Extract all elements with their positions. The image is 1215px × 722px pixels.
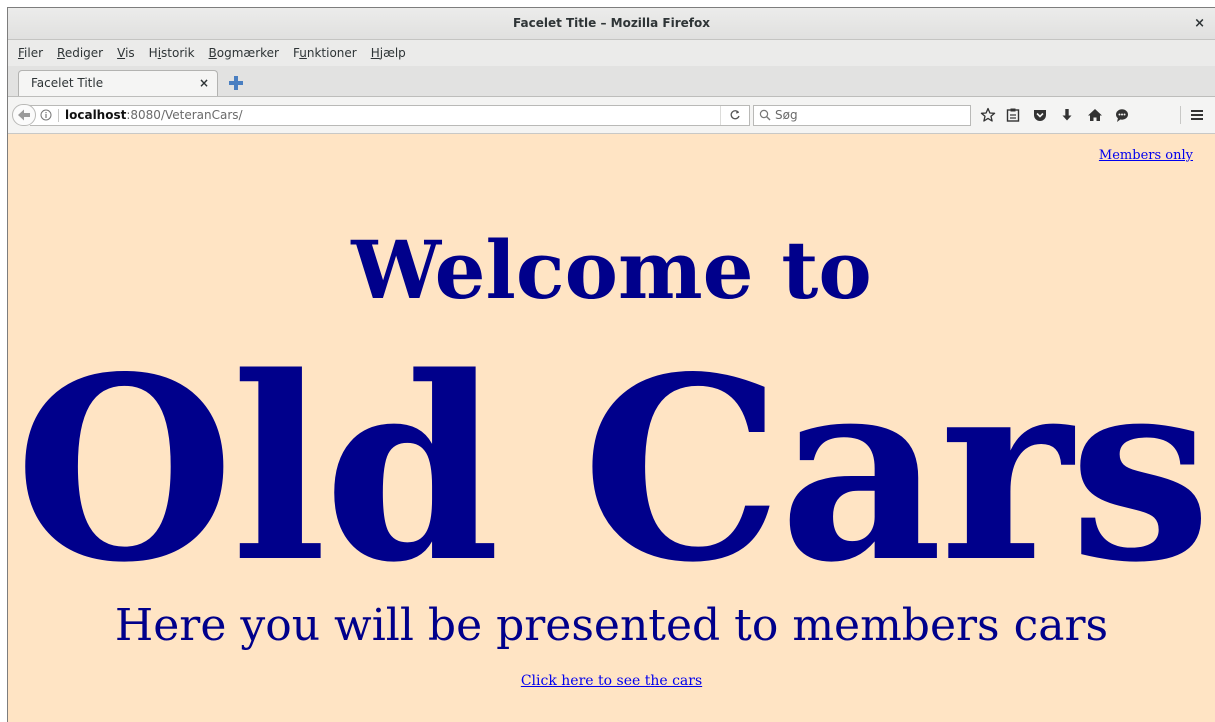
- back-arrow-icon: [18, 109, 30, 121]
- old-cars-heading: Old Cars: [14, 322, 1212, 618]
- search-bar[interactable]: Søg: [753, 105, 971, 126]
- url-separator: [58, 109, 59, 122]
- page-subtitle: Here you will be presented to members ca…: [114, 600, 1109, 651]
- welcome-heading: Welcome to: [351, 223, 872, 317]
- back-button[interactable]: [12, 104, 36, 126]
- url-path: :8080/VeteranCars/: [126, 108, 243, 122]
- window-title: Facelet Title – Mozilla Firefox: [512, 16, 710, 30]
- menu-item-hjaelp[interactable]: Hjælp: [364, 46, 413, 60]
- hamburger-menu-icon[interactable]: [1189, 107, 1205, 123]
- search-placeholder: Søg: [775, 108, 798, 122]
- info-icon[interactable]: [40, 109, 52, 121]
- page-content: Members only Welcome to Old Cars Here yo…: [8, 134, 1215, 722]
- menu-item-filer[interactable]: Filer: [11, 46, 50, 60]
- bookmark-star-icon[interactable]: [980, 107, 996, 123]
- reload-button[interactable]: [720, 106, 749, 125]
- menu-item-historik[interactable]: Historik: [142, 46, 202, 60]
- new-tab-plus-icon[interactable]: [227, 74, 245, 92]
- see-cars-link[interactable]: Click here to see the cars: [521, 673, 702, 689]
- navigation-toolbar: localhost:8080/VeteranCars/ Søg: [8, 97, 1215, 134]
- menu-item-bogmaerker[interactable]: Bogmærker: [202, 46, 286, 60]
- url-host: localhost: [65, 108, 127, 122]
- tab-close-button[interactable]: ×: [199, 71, 209, 95]
- pocket-icon[interactable]: [1032, 107, 1048, 123]
- url-text[interactable]: localhost:8080/VeteranCars/: [65, 106, 243, 125]
- menu-item-vis[interactable]: Vis: [110, 46, 142, 60]
- chat-icon[interactable]: [1114, 107, 1130, 123]
- menu-item-funktioner[interactable]: Funktioner: [286, 46, 364, 60]
- title-bar: Facelet Title – Mozilla Firefox ×: [8, 8, 1215, 40]
- members-only-link[interactable]: Members only: [1099, 148, 1193, 163]
- download-icon[interactable]: [1059, 107, 1075, 123]
- reload-icon: [730, 110, 740, 120]
- cars-link-container: Click here to see the cars: [8, 674, 1215, 688]
- tab-facelet-title[interactable]: Facelet Title ×: [18, 70, 218, 96]
- search-icon: [759, 109, 771, 121]
- browser-window: Facelet Title – Mozilla Firefox × Filer …: [7, 7, 1215, 722]
- home-icon[interactable]: [1087, 107, 1103, 123]
- tab-strip: Facelet Title ×: [8, 66, 1215, 97]
- url-bar[interactable]: localhost:8080/VeteranCars/: [30, 105, 750, 126]
- menu-item-rediger[interactable]: Rediger: [50, 46, 110, 60]
- menu-bar: Filer Rediger Vis Historik Bogmærker Fun…: [8, 40, 1215, 66]
- tab-label: Facelet Title: [31, 76, 104, 90]
- reading-list-icon[interactable]: [1005, 107, 1021, 123]
- window-close-button[interactable]: ×: [1194, 8, 1205, 39]
- toolbar-separator: [1180, 106, 1181, 124]
